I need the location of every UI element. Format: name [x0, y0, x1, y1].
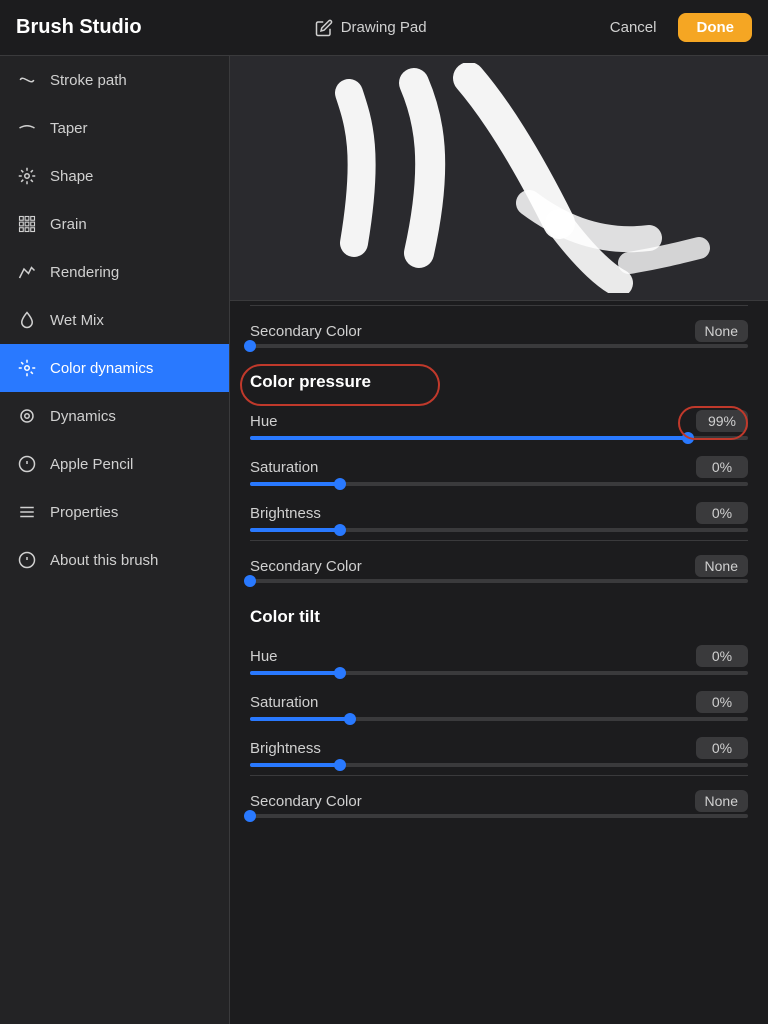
tilt-brightness-slider[interactable] — [250, 763, 748, 767]
grain-icon — [16, 213, 38, 235]
pressure-saturation-slider[interactable] — [250, 482, 748, 486]
color-tilt-header: Color tilt — [250, 589, 748, 635]
tilt-secondary-color-value[interactable]: None — [695, 790, 748, 812]
about-icon — [16, 549, 38, 571]
sidebar-label-rendering: Rendering — [50, 264, 119, 281]
sidebar: Stroke path Taper Shape Grain Rendering — [0, 56, 230, 1024]
pressure-hue-row: Hue 99% — [250, 400, 748, 436]
sidebar-label-taper: Taper — [50, 120, 88, 137]
sidebar-item-taper[interactable]: Taper — [0, 104, 229, 152]
tilt-secondary-color-slider[interactable] — [250, 814, 748, 818]
sidebar-item-about[interactable]: About this brush — [0, 536, 229, 584]
shape-icon — [16, 165, 38, 187]
pressure-hue-label: Hue — [250, 413, 278, 430]
properties-icon — [16, 501, 38, 523]
cancel-button[interactable]: Cancel — [600, 13, 667, 42]
wet-mix-icon — [16, 309, 38, 331]
taper-icon — [16, 117, 38, 139]
tilt-hue-slider[interactable] — [250, 671, 748, 675]
pressure-secondary-color-slider[interactable] — [250, 579, 748, 583]
sidebar-item-apple-pencil[interactable]: Apple Pencil — [0, 440, 229, 488]
pressure-secondary-color-label: Secondary Color — [250, 558, 362, 575]
app-title: Brush Studio — [16, 16, 142, 39]
tilt-saturation-label: Saturation — [250, 694, 318, 711]
top-secondary-color-label: Secondary Color — [250, 323, 362, 340]
sidebar-item-wet-mix[interactable]: Wet Mix — [0, 296, 229, 344]
drawing-pad-preview[interactable] — [230, 56, 768, 301]
pressure-brightness-slider[interactable] — [250, 528, 748, 532]
top-secondary-color-value[interactable]: None — [695, 320, 748, 342]
pressure-brightness-value: 0% — [696, 502, 748, 524]
sidebar-item-properties[interactable]: Properties — [0, 488, 229, 536]
pressure-brightness-label: Brightness — [250, 505, 321, 522]
brush-preview-canvas — [230, 56, 768, 300]
pressure-hue-value: 99% — [696, 410, 748, 432]
tilt-saturation-row: Saturation 0% — [250, 681, 748, 717]
top-secondary-color-row: Secondary Color None — [250, 305, 748, 344]
drawing-pad-text: Drawing Pad — [341, 19, 427, 36]
tilt-hue-row: Hue 0% — [250, 635, 748, 671]
stroke-path-icon — [16, 69, 38, 91]
edit-icon — [315, 19, 333, 37]
sidebar-item-stroke-path[interactable]: Stroke path — [0, 56, 229, 104]
sidebar-label-apple-pencil: Apple Pencil — [50, 456, 133, 473]
sidebar-item-grain[interactable]: Grain — [0, 200, 229, 248]
sidebar-label-about: About this brush — [50, 552, 158, 569]
tilt-brightness-label: Brightness — [250, 740, 321, 757]
sidebar-item-shape[interactable]: Shape — [0, 152, 229, 200]
rendering-icon — [16, 261, 38, 283]
pressure-saturation-label: Saturation — [250, 459, 318, 476]
apple-pencil-icon — [16, 453, 38, 475]
hue-row-wrapper-pressure: Hue 99% — [250, 400, 748, 440]
sidebar-item-color-dynamics[interactable]: Color dynamics — [0, 344, 229, 392]
color-dynamics-icon — [16, 357, 38, 379]
settings-panel: Secondary Color None Color pressure Hue — [230, 301, 768, 1024]
done-button[interactable]: Done — [678, 13, 752, 42]
pressure-secondary-color-row: Secondary Color None — [250, 540, 748, 579]
drawing-pad-label-area: Drawing Pad — [315, 19, 427, 37]
brush-strokes-svg — [269, 63, 729, 293]
tilt-saturation-value: 0% — [696, 691, 748, 713]
pressure-secondary-color-value[interactable]: None — [695, 555, 748, 577]
dynamics-icon — [16, 405, 38, 427]
header-actions: Cancel Done — [600, 13, 752, 42]
tilt-secondary-color-row: Secondary Color None — [250, 775, 748, 814]
tilt-hue-label: Hue — [250, 648, 278, 665]
sidebar-label-stroke-path: Stroke path — [50, 72, 127, 89]
main-layout: Stroke path Taper Shape Grain Rendering — [0, 56, 768, 1024]
tilt-secondary-color-label: Secondary Color — [250, 793, 362, 810]
pressure-saturation-row: Saturation 0% — [250, 446, 748, 482]
sidebar-label-color-dynamics: Color dynamics — [50, 360, 153, 377]
color-pressure-header: Color pressure — [250, 354, 748, 400]
content-area: Secondary Color None Color pressure Hue — [230, 56, 768, 1024]
sidebar-item-rendering[interactable]: Rendering — [0, 248, 229, 296]
sidebar-label-shape: Shape — [50, 168, 93, 185]
sidebar-label-grain: Grain — [50, 216, 87, 233]
pressure-brightness-row: Brightness 0% — [250, 492, 748, 528]
sidebar-label-properties: Properties — [50, 504, 118, 521]
pressure-hue-slider[interactable] — [250, 436, 748, 440]
header: Brush Studio Drawing Pad Cancel Done — [0, 0, 768, 56]
sidebar-label-dynamics: Dynamics — [50, 408, 116, 425]
sidebar-label-wet-mix: Wet Mix — [50, 312, 104, 329]
tilt-hue-value: 0% — [696, 645, 748, 667]
pressure-saturation-value: 0% — [696, 456, 748, 478]
sidebar-item-dynamics[interactable]: Dynamics — [0, 392, 229, 440]
top-secondary-color-slider[interactable] — [250, 344, 748, 348]
tilt-brightness-value: 0% — [696, 737, 748, 759]
tilt-saturation-slider[interactable] — [250, 717, 748, 721]
tilt-brightness-row: Brightness 0% — [250, 727, 748, 763]
